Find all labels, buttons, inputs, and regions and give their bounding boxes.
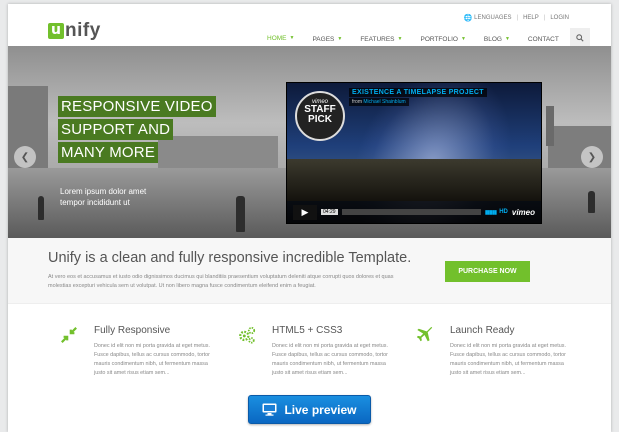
feature-title: HTML5 + CSS3: [272, 325, 343, 336]
caret-down-icon: ▼: [460, 36, 466, 42]
hd-toggle[interactable]: HD: [499, 209, 508, 215]
live-preview-button[interactable]: Live preview: [248, 395, 371, 424]
globe-icon: 🌐: [463, 15, 473, 22]
staff-pick-badge: vimeo STAFF PICK: [295, 91, 345, 141]
nav-item-label: HOME: [267, 34, 287, 42]
video-author[interactable]: Michael Shainblum: [363, 99, 405, 105]
caret-down-icon: ▼: [337, 36, 343, 42]
video-player[interactable]: vimeo STAFF PICK EXISTENCE A TIMELAPSE P…: [286, 82, 542, 224]
hero-headline: RESPONSIVE VIDEO SUPPORT AND MANY MORE: [58, 96, 216, 165]
slider-prev-button[interactable]: ❮: [14, 146, 36, 168]
video-byline: from Michael Shainblum: [349, 98, 409, 106]
feature-text: Donec id elit non mi porta gravida at eg…: [450, 343, 566, 376]
help-link[interactable]: HELP: [523, 15, 539, 21]
purchase-title: Unify is a clean and fully responsive in…: [48, 250, 412, 266]
gears-icon: [239, 326, 256, 344]
site-preview: u nify 🌐 LENGUAGES | HELP | LOGIN HOME ▼ …: [8, 4, 611, 432]
nav-item-label: FEATURES: [360, 35, 395, 43]
hero-line: RESPONSIVE VIDEO: [58, 96, 216, 117]
slider-next-button[interactable]: ❯: [581, 146, 603, 168]
compress-arrows-icon: [61, 327, 77, 343]
vimeo-logo[interactable]: vimeo: [512, 208, 535, 217]
feature-title: Launch Ready: [450, 325, 515, 336]
video-landscape: [287, 159, 541, 201]
hero-line: SUPPORT AND: [58, 119, 174, 140]
nav-item-label: PORTFOLIO: [420, 35, 458, 43]
hero-line: MANY MORE: [58, 142, 159, 163]
caret-down-icon: ▼: [289, 35, 295, 41]
play-button[interactable]: ▶: [293, 204, 317, 220]
purchase-section: Unify is a clean and fully responsive in…: [8, 238, 611, 304]
video-controls: ▶ 04:29 ▮▮▮▮▮ HD vimeo: [287, 201, 541, 223]
chevron-right-icon: ❯: [587, 151, 597, 163]
chevron-left-icon: ❮: [20, 151, 30, 163]
feature-title: Fully Responsive: [94, 325, 171, 336]
languages-link[interactable]: LENGUAGES: [474, 15, 511, 21]
caret-down-icon: ▼: [397, 36, 403, 42]
divider: |: [543, 15, 546, 21]
live-preview-label: Live preview: [284, 402, 357, 417]
video-time: 04:29: [321, 209, 338, 215]
hero-subtext: Lorem ipsum dolor amet tempor incididunt…: [60, 186, 146, 208]
search-icon: [576, 34, 584, 42]
video-progress-bar[interactable]: [341, 209, 481, 215]
logo-mark: u: [48, 23, 64, 39]
purchase-text: At vero eos et accusamus et iusto odio d…: [48, 274, 394, 289]
byline-prefix: from: [352, 99, 362, 105]
divider: |: [516, 15, 519, 21]
logo[interactable]: u nify: [48, 20, 101, 42]
purchase-now-button[interactable]: PURCHASE NOW: [445, 261, 530, 282]
tower: [546, 106, 554, 146]
hero-subtext-line: tempor incididunt ut: [60, 198, 130, 207]
nav-item-label: BLOG: [483, 35, 502, 43]
monitor-icon: [262, 403, 277, 416]
feature-text: Donec id elit non mi porta gravida at eg…: [94, 343, 210, 376]
person: [38, 196, 44, 220]
feature-text: Donec id elit non mi porta gravida at eg…: [272, 343, 388, 376]
badge-line: PICK: [308, 114, 332, 125]
play-icon: ▶: [301, 206, 309, 217]
video-title[interactable]: EXISTENCE A TIMELAPSE PROJECT: [349, 88, 487, 97]
topbar: 🌐 LENGUAGES | HELP | LOGIN: [463, 14, 569, 22]
nav-item-label: CONTACT: [527, 35, 559, 43]
search-button[interactable]: [569, 28, 590, 48]
nav-item-label: PAGES: [312, 35, 335, 43]
caret-down-icon: ▼: [504, 36, 510, 42]
plane-icon: [416, 326, 433, 342]
logo-text: nify: [65, 20, 101, 41]
login-link[interactable]: LOGIN: [550, 15, 569, 21]
person: [236, 196, 245, 232]
person: [588, 191, 595, 213]
volume-icon[interactable]: ▮▮▮▮▮: [485, 209, 497, 216]
hero-subtext-line: Lorem ipsum dolor amet: [60, 187, 147, 196]
